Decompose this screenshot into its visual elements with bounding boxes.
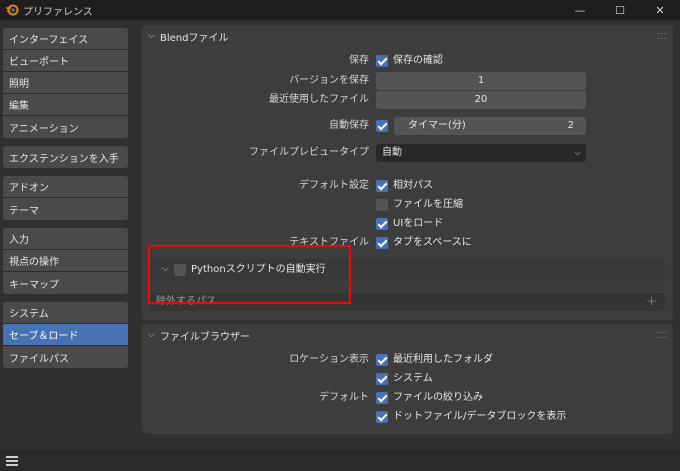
filter-files-checkbox[interactable] (376, 392, 388, 404)
autosave-timer-value: 2 (567, 120, 574, 131)
file-preview-row: ファイルプレビュータイプ 自動 ⌵ (142, 144, 673, 162)
sidebar-group-3: アドオン テーマ (3, 176, 128, 220)
drag-grip-icon[interactable] (657, 33, 667, 39)
file-preview-value: 自動 (382, 147, 402, 158)
chevron-down-icon: ⌵ (574, 148, 581, 158)
excluded-paths-label: 除外するパス (156, 296, 216, 307)
recent-files-field[interactable]: 20 (376, 91, 586, 109)
recent-files-row: 最近使用したファイル 20 (142, 91, 673, 109)
show-dotfiles-row: ドットファイル/データブロックを表示 (142, 408, 673, 426)
sidebar-item-viewport[interactable]: ビューポート (3, 50, 128, 72)
blend-file-panel-header[interactable]: ⌵ Blendファイル (142, 25, 673, 47)
system-checkbox[interactable] (376, 373, 388, 385)
minimize-button[interactable]: — (560, 0, 600, 20)
sidebar-group-4: 入力 視点の操作 キーマップ (3, 228, 128, 294)
sidebar: インターフェイス ビューポート 照明 編集 アニメーション エクステンションを入… (3, 28, 128, 376)
autosave-row: 自動保存 タイマー(分) 2 (142, 117, 673, 135)
sidebar-item-navigation[interactable]: 視点の操作 (3, 250, 128, 272)
sidebar-item-save-load[interactable]: セーブ＆ロード (3, 324, 128, 346)
file-browser-panel-header[interactable]: ⌵ ファイルブラウザー (142, 324, 673, 346)
sidebar-item-keymap[interactable]: キーマップ (3, 272, 128, 294)
panel-title: Blendファイル (160, 32, 229, 44)
save-versions-label: バージョンを保存 (289, 75, 369, 86)
compress-row: ファイルを圧縮 (142, 196, 673, 214)
autosave-timer-field[interactable]: タイマー(分) 2 (394, 117, 586, 135)
python-autoexec-label: Pythonスクリプトの自動実行 (191, 264, 326, 275)
relative-paths-label: 相対パス (393, 180, 433, 191)
sidebar-group-5: システム セーブ＆ロード ファイルパス (3, 302, 128, 368)
tabs-as-spaces-checkbox[interactable] (376, 237, 388, 249)
save-row: 保存 保存の確認 (142, 52, 673, 70)
recent-folders-checkbox[interactable] (376, 354, 388, 366)
sidebar-item-lights[interactable]: 照明 (3, 72, 128, 94)
sidebar-group-1: インターフェイス ビューポート 照明 編集 アニメーション (3, 28, 128, 138)
load-ui-row: UIをロード (142, 215, 673, 233)
system-row: システム (142, 370, 673, 388)
sidebar-item-get-extensions[interactable]: エクステンションを入手 (3, 146, 128, 168)
file-preview-dropdown[interactable]: 自動 ⌵ (376, 144, 586, 162)
text-files-row: テキストファイル タブをスペースに (142, 234, 673, 252)
recent-folders-label: 最近利用したフォルダ (393, 354, 493, 365)
compress-label: ファイルを圧縮 (393, 199, 463, 210)
filter-files-row: デフォルト ファイルの絞り込み (142, 389, 673, 407)
drag-grip-icon[interactable] (657, 332, 667, 338)
recent-folders-row: ロケーション表示 最近利用したフォルダ (142, 351, 673, 369)
save-versions-field[interactable]: 1 (376, 72, 586, 90)
sidebar-item-animation[interactable]: アニメーション (3, 116, 128, 138)
save-versions-row: バージョンを保存 1 (142, 72, 673, 90)
add-icon[interactable]: ＋ (646, 293, 657, 311)
relative-paths-checkbox[interactable] (376, 180, 388, 192)
sidebar-item-file-paths[interactable]: ファイルパス (3, 346, 128, 368)
sidebar-item-themes[interactable]: テーマ (3, 198, 128, 220)
browser-defaults-label: デフォルト (319, 392, 369, 403)
blend-file-panel: ⌵ Blendファイル 保存 保存の確認 バージョンを保存 1 最近使用したファ… (142, 25, 673, 320)
file-preview-label: ファイルプレビュータイプ (249, 147, 369, 158)
chevron-down-icon: ⌵ (148, 330, 155, 340)
load-ui-checkbox[interactable] (376, 218, 388, 230)
preferences-main: インターフェイス ビューポート 照明 編集 アニメーション エクステンションを入… (0, 20, 680, 450)
save-label: 保存 (349, 55, 369, 66)
sidebar-item-interface[interactable]: インターフェイス (3, 28, 128, 50)
excluded-paths-row: 除外するパス ＋ (150, 293, 665, 311)
defaults-label: デフォルト設定 (299, 180, 369, 191)
tabs-as-spaces-label: タブをスペースに (393, 237, 472, 248)
system-label: システム (393, 373, 433, 384)
file-browser-panel: ⌵ ファイルブラウザー ロケーション表示 最近利用したフォルダ システム デフォ… (142, 324, 673, 434)
text-files-label: テキストファイル (289, 237, 369, 248)
sidebar-item-system[interactable]: システム (3, 302, 128, 324)
bottom-bar (0, 450, 680, 471)
compress-checkbox[interactable] (376, 199, 388, 211)
autosave-checkbox[interactable] (376, 120, 388, 132)
load-ui-label: UIをロード (393, 218, 444, 229)
close-button[interactable]: ✕ (640, 0, 680, 20)
location-label: ロケーション表示 (289, 354, 369, 365)
autosave-label: 自動保存 (329, 120, 369, 131)
show-dotfiles-label: ドットファイル/データブロックを表示 (393, 411, 567, 422)
filter-files-label: ファイルの絞り込み (393, 392, 483, 403)
chevron-down-icon: ⌵ (162, 264, 169, 274)
sidebar-item-addons[interactable]: アドオン (3, 176, 128, 198)
maximize-button[interactable]: ☐ (600, 0, 640, 20)
python-autoexec-subpanel[interactable]: ⌵ Pythonスクリプトの自動実行 (150, 259, 665, 281)
sidebar-group-2: エクステンションを入手 (3, 146, 128, 168)
sidebar-item-editing[interactable]: 編集 (3, 94, 128, 116)
recent-files-label: 最近使用したファイル (269, 94, 369, 105)
save-confirm-checkbox[interactable] (376, 55, 388, 67)
relative-paths-row: デフォルト設定 相対パス (142, 177, 673, 195)
save-confirm-label: 保存の確認 (393, 55, 443, 66)
blender-logo-icon (5, 3, 19, 17)
autosave-timer-label: タイマー(分) (408, 120, 466, 131)
window-title: プリファレンス (23, 6, 93, 18)
python-autoexec-checkbox[interactable] (174, 264, 186, 276)
menu-icon[interactable] (6, 456, 18, 466)
sidebar-item-input[interactable]: 入力 (3, 228, 128, 250)
show-dotfiles-checkbox[interactable] (376, 411, 388, 423)
panel-title: ファイルブラウザー (160, 331, 250, 343)
chevron-down-icon: ⌵ (148, 31, 155, 41)
title-bar: プリファレンス — ☐ ✕ (0, 0, 680, 20)
